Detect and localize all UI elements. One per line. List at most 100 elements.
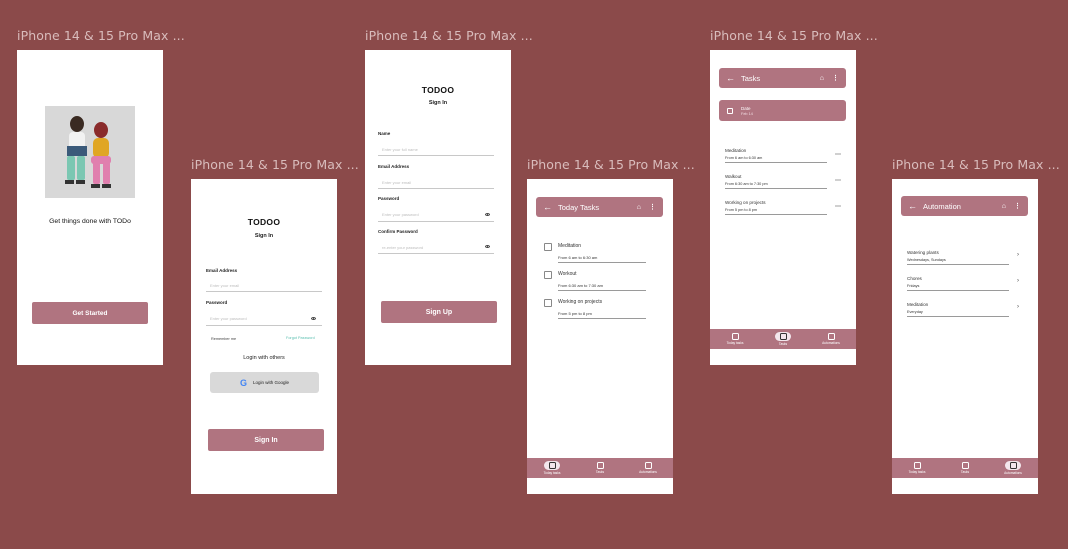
chevron-right-icon[interactable]: › bbox=[1017, 278, 1019, 284]
confirm-password-field[interactable]: re-enter your password bbox=[382, 245, 423, 250]
google-login-button[interactable]: G Login with Google bbox=[210, 372, 319, 393]
email-label: Email Address bbox=[378, 164, 410, 169]
task-checkbox[interactable] bbox=[544, 271, 552, 279]
more-horiz-icon[interactable]: ⋯ bbox=[835, 203, 841, 210]
app-title: TODOO bbox=[247, 217, 281, 227]
chevron-right-icon[interactable]: › bbox=[1017, 304, 1019, 310]
frame-label-today: iPhone 14 & 15 Pro Max ... bbox=[527, 157, 695, 172]
nav-label-automation: Automations bbox=[639, 470, 657, 475]
task-checkbox[interactable] bbox=[544, 299, 552, 307]
automation-divider bbox=[907, 290, 1009, 291]
chevron-right-icon[interactable]: › bbox=[1017, 252, 1019, 258]
remember-me-label[interactable]: Remember me bbox=[211, 337, 236, 341]
calendar-icon bbox=[727, 107, 733, 114]
password-field[interactable]: Enter your password bbox=[382, 212, 419, 217]
automation-divider bbox=[907, 264, 1009, 265]
get-started-button[interactable]: Get Started bbox=[32, 302, 148, 324]
login-others-label: Login with others bbox=[243, 355, 285, 361]
nav-today-tasks[interactable]: Today tasks bbox=[532, 458, 572, 478]
nav-automations[interactable]: Automations bbox=[628, 458, 668, 478]
nav-label-today: Today tasks bbox=[726, 341, 744, 346]
password-underline bbox=[206, 325, 322, 326]
date-picker[interactable]: Date Feb 14 bbox=[719, 100, 846, 121]
task-row[interactable]: Meditation From 6 am to 6:30 am ⋯ bbox=[725, 148, 841, 163]
home-icon[interactable]: ⌂ bbox=[1002, 203, 1006, 210]
password-field[interactable]: Enter your password bbox=[210, 316, 247, 321]
task-row[interactable]: Walkout From 6:30 am to 7:30 pm ⋯ bbox=[725, 174, 841, 189]
task-divider bbox=[558, 290, 646, 291]
nav-today-tasks[interactable]: Today tasks bbox=[715, 329, 755, 349]
tasks-icon bbox=[596, 461, 604, 469]
nav-active-indicator bbox=[544, 461, 560, 470]
tasks-icon bbox=[779, 333, 787, 340]
more-vert-icon[interactable]: ⋮ bbox=[649, 203, 656, 211]
app-bar: ← Today Tasks ⌂ ⋮ bbox=[536, 197, 663, 217]
nav-today-tasks[interactable]: Today tasks bbox=[897, 458, 937, 478]
nav-automations[interactable]: Automations bbox=[993, 458, 1033, 478]
date-label: Date bbox=[741, 105, 751, 111]
name-field[interactable]: Enter your full name bbox=[382, 147, 418, 152]
nav-active-indicator bbox=[775, 332, 791, 341]
nav-label-tasks: Tasks bbox=[595, 470, 605, 475]
welcome-headline: Get things done with TODo bbox=[49, 218, 131, 225]
home-icon[interactable]: ⌂ bbox=[820, 75, 824, 82]
task-divider bbox=[558, 318, 646, 319]
app-bar: ← Automation ⌂ ⋮ bbox=[901, 196, 1028, 216]
confirm-password-underline bbox=[378, 253, 494, 254]
nav-active-indicator bbox=[1005, 461, 1021, 470]
email-field[interactable]: Enter your email bbox=[210, 283, 239, 288]
email-field[interactable]: Enter your email bbox=[382, 180, 411, 185]
task-row[interactable]: Working on projects From 5 pm to 8 pm ⋯ bbox=[725, 200, 841, 215]
app-bar: ← Tasks ⌂ ⋮ bbox=[719, 68, 846, 88]
more-horiz-icon[interactable]: ⋯ bbox=[835, 151, 841, 158]
forgot-password-link[interactable]: Forgot Password bbox=[286, 336, 315, 340]
frame-label-signup: iPhone 14 & 15 Pro Max ... bbox=[365, 28, 533, 43]
more-vert-icon[interactable]: ⋮ bbox=[1014, 202, 1021, 210]
back-arrow-icon[interactable]: ← bbox=[543, 202, 552, 212]
date-value: Feb 14 bbox=[741, 111, 753, 116]
automation-divider bbox=[907, 316, 1009, 317]
nav-tasks[interactable]: Tasks bbox=[580, 458, 620, 478]
welcome-screen: Get things done with TODo Get Started bbox=[17, 50, 163, 365]
task-divider bbox=[725, 162, 827, 163]
task-name: Walkout bbox=[725, 174, 742, 179]
back-arrow-icon[interactable]: ← bbox=[908, 201, 917, 211]
home-icon[interactable]: ⌂ bbox=[637, 204, 641, 211]
hero-illustration bbox=[45, 106, 135, 198]
bottom-nav: Today tasks Tasks Automations bbox=[710, 329, 856, 349]
nav-automations[interactable]: Automations bbox=[811, 329, 851, 349]
automation-item[interactable]: Chores Fridays › bbox=[907, 276, 1019, 291]
app-bar-title: Tasks bbox=[741, 73, 761, 83]
task-checkbox[interactable] bbox=[544, 243, 552, 251]
nav-tasks[interactable]: Tasks bbox=[763, 329, 803, 349]
sign-in-button[interactable]: Sign In bbox=[208, 429, 324, 451]
sign-up-button[interactable]: Sign Up bbox=[381, 301, 497, 323]
task-time: From 5 pm to 8 pm bbox=[725, 208, 758, 212]
frame-label-automation: iPhone 14 & 15 Pro Max ... bbox=[892, 157, 1060, 172]
email-underline bbox=[378, 188, 494, 189]
task-name: Meditation bbox=[725, 148, 747, 153]
automation-item[interactable]: Watering plants Wednesdays, Sundays › bbox=[907, 250, 1019, 265]
nav-tasks[interactable]: Tasks bbox=[945, 458, 985, 478]
back-arrow-icon[interactable]: ← bbox=[726, 73, 735, 83]
bottom-nav: Today tasks Tasks Automations bbox=[527, 458, 673, 478]
email-underline bbox=[206, 291, 322, 292]
nav-label-tasks: Tasks bbox=[778, 342, 788, 346]
task-time: From 5 pm to 8 pm bbox=[558, 311, 592, 316]
screen-subtitle: Sign In bbox=[254, 233, 274, 239]
automation-schedule: Fridays bbox=[907, 284, 920, 288]
task-name: Working on projects bbox=[558, 299, 603, 305]
automation-name: Chores bbox=[907, 276, 922, 281]
app-bar-title: Today Tasks bbox=[558, 202, 600, 212]
frame-label-tasks: iPhone 14 & 15 Pro Max ... bbox=[710, 28, 878, 43]
more-horiz-icon[interactable]: ⋯ bbox=[835, 177, 841, 184]
frame-label-signin: iPhone 14 & 15 Pro Max ... bbox=[191, 157, 359, 172]
automation-item[interactable]: Meditation Everyday › bbox=[907, 302, 1019, 317]
more-vert-icon[interactable]: ⋮ bbox=[832, 74, 839, 82]
eye-icon[interactable] bbox=[485, 213, 490, 216]
eye-icon[interactable] bbox=[485, 245, 490, 248]
email-label: Email Address bbox=[206, 268, 238, 273]
name-underline bbox=[378, 155, 494, 156]
eye-icon[interactable] bbox=[311, 317, 316, 320]
app-bar-title: Automation bbox=[923, 201, 961, 211]
